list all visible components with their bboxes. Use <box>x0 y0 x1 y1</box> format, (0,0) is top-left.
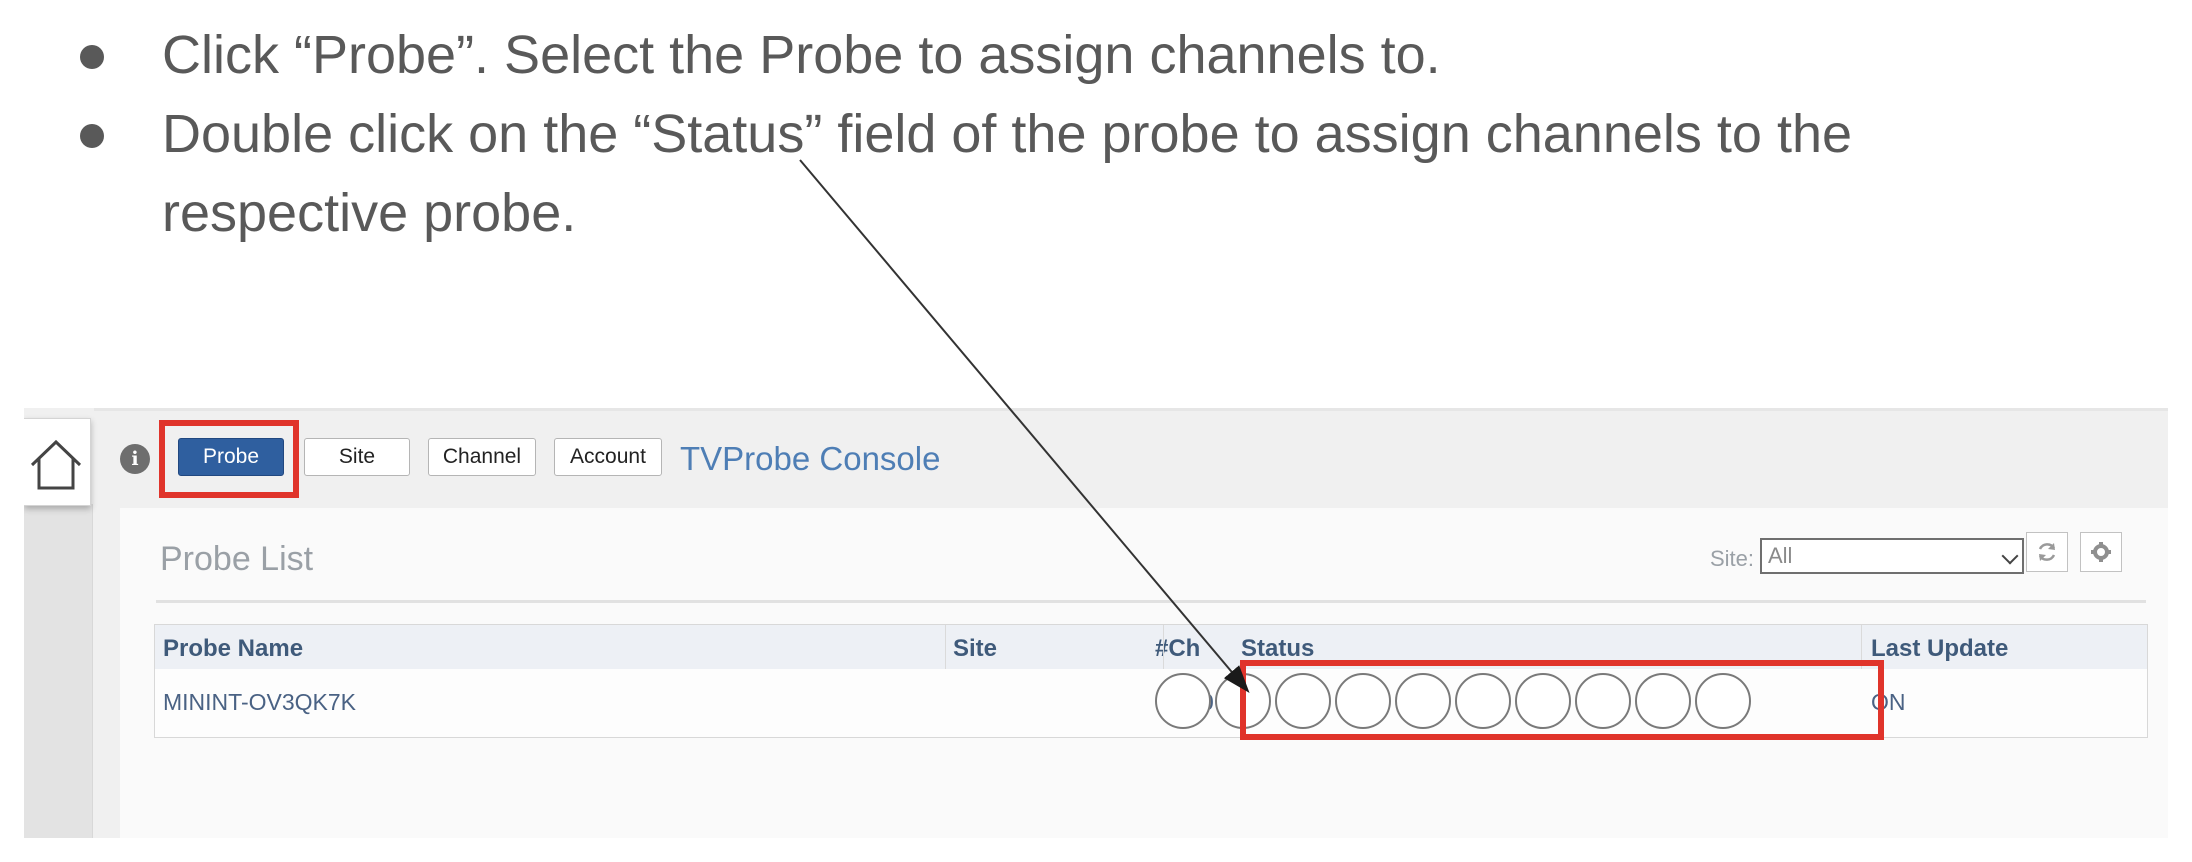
annotation-arrow <box>799 159 1250 694</box>
